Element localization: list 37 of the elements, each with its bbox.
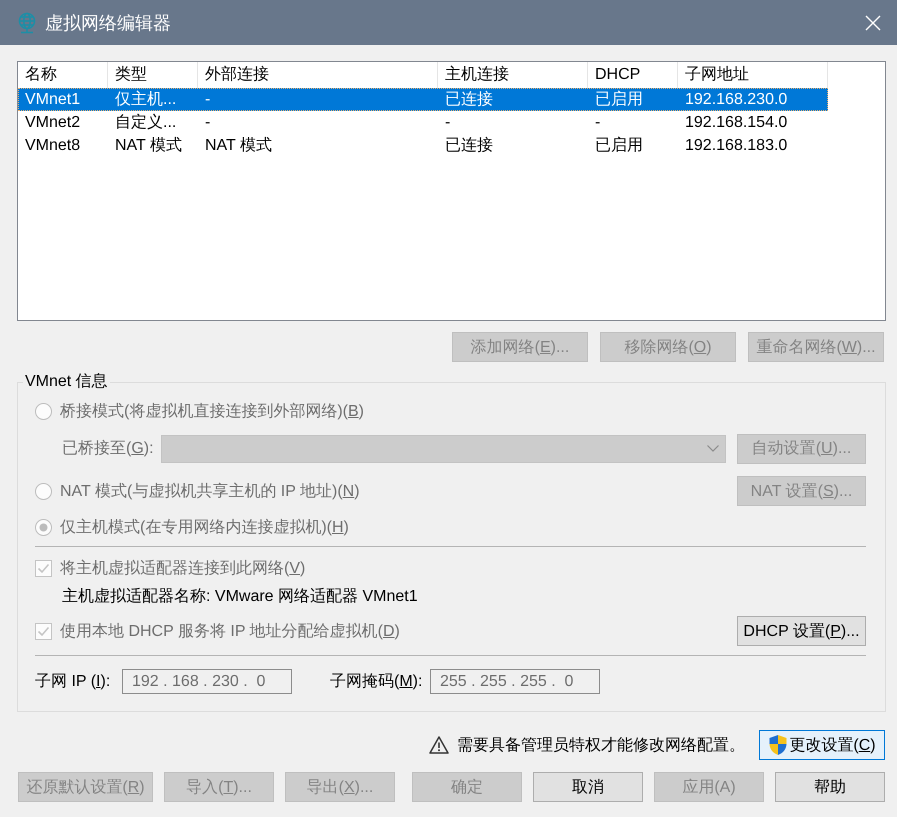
table-cell-text: 已启用 bbox=[594, 90, 644, 110]
admin-notice-text: 需要具备管理员特权才能修改网络配置。 bbox=[457, 736, 745, 756]
table-cell-text: VMnet2 bbox=[24, 113, 82, 133]
table-cell-text: 自定义... bbox=[114, 112, 178, 133]
table-cell-text: 192.168.183.0 bbox=[684, 136, 788, 156]
chevron-down-icon bbox=[707, 445, 719, 452]
cancel-button[interactable]: 取消 bbox=[533, 772, 643, 802]
warning-icon bbox=[429, 736, 449, 754]
shield-icon bbox=[768, 734, 788, 756]
table-cell-text: VMnet1 bbox=[24, 90, 82, 110]
bridged-to-label: 已桥接至(G): bbox=[62, 438, 155, 459]
table-cell-text: 192.168.154.0 bbox=[684, 113, 788, 133]
table-row[interactable]: VMnet8 NAT 模式 NAT 模式 已连接 已启用 192.168.183.0 bbox=[18, 134, 828, 157]
globe-icon bbox=[17, 12, 37, 34]
table-cell-text: - bbox=[204, 113, 212, 133]
adapter-name-text: 主机虚拟适配器名称: VMware 网络适配器 VMnet1 bbox=[62, 586, 418, 606]
close-icon[interactable] bbox=[865, 14, 881, 30]
table-cell-text: - bbox=[444, 113, 452, 133]
table-row[interactable]: VMnet2 自定义... - - - 192.168.154.0 bbox=[18, 111, 828, 134]
table-cell-text: 已连接 bbox=[444, 90, 494, 110]
table-row[interactable]: VMnet1 仅主机... - 已连接 已启用 192.168.230.0 bbox=[18, 88, 828, 111]
table-cell-text: 192.168.230.0 bbox=[684, 90, 788, 110]
group-title: VMnet 信息 bbox=[24, 372, 109, 392]
table-cell-text: 已启用 bbox=[594, 136, 644, 156]
table-cell-text: - bbox=[594, 113, 602, 133]
table-cell-text: 仅主机... bbox=[114, 90, 178, 110]
dhcp-settings-button[interactable]: DHCP 设置(P)... bbox=[737, 616, 866, 646]
window-title: 虚拟网络编辑器 bbox=[45, 12, 172, 34]
table-cell-text: VMnet8 bbox=[24, 136, 82, 156]
table-cell-text: NAT 模式 bbox=[114, 136, 183, 156]
subnet-ip-label: 子网 IP (I): bbox=[35, 672, 112, 692]
change-settings-button[interactable]: 更改设置(C) bbox=[759, 730, 885, 760]
subnet-mask-label: 子网掩码(M): bbox=[330, 672, 424, 692]
help-button[interactable]: 帮助 bbox=[775, 772, 885, 802]
table-cell-text: - bbox=[204, 90, 212, 110]
table-cell-text: 已连接 bbox=[444, 136, 494, 156]
table-cell-text: NAT 模式 bbox=[204, 136, 273, 156]
